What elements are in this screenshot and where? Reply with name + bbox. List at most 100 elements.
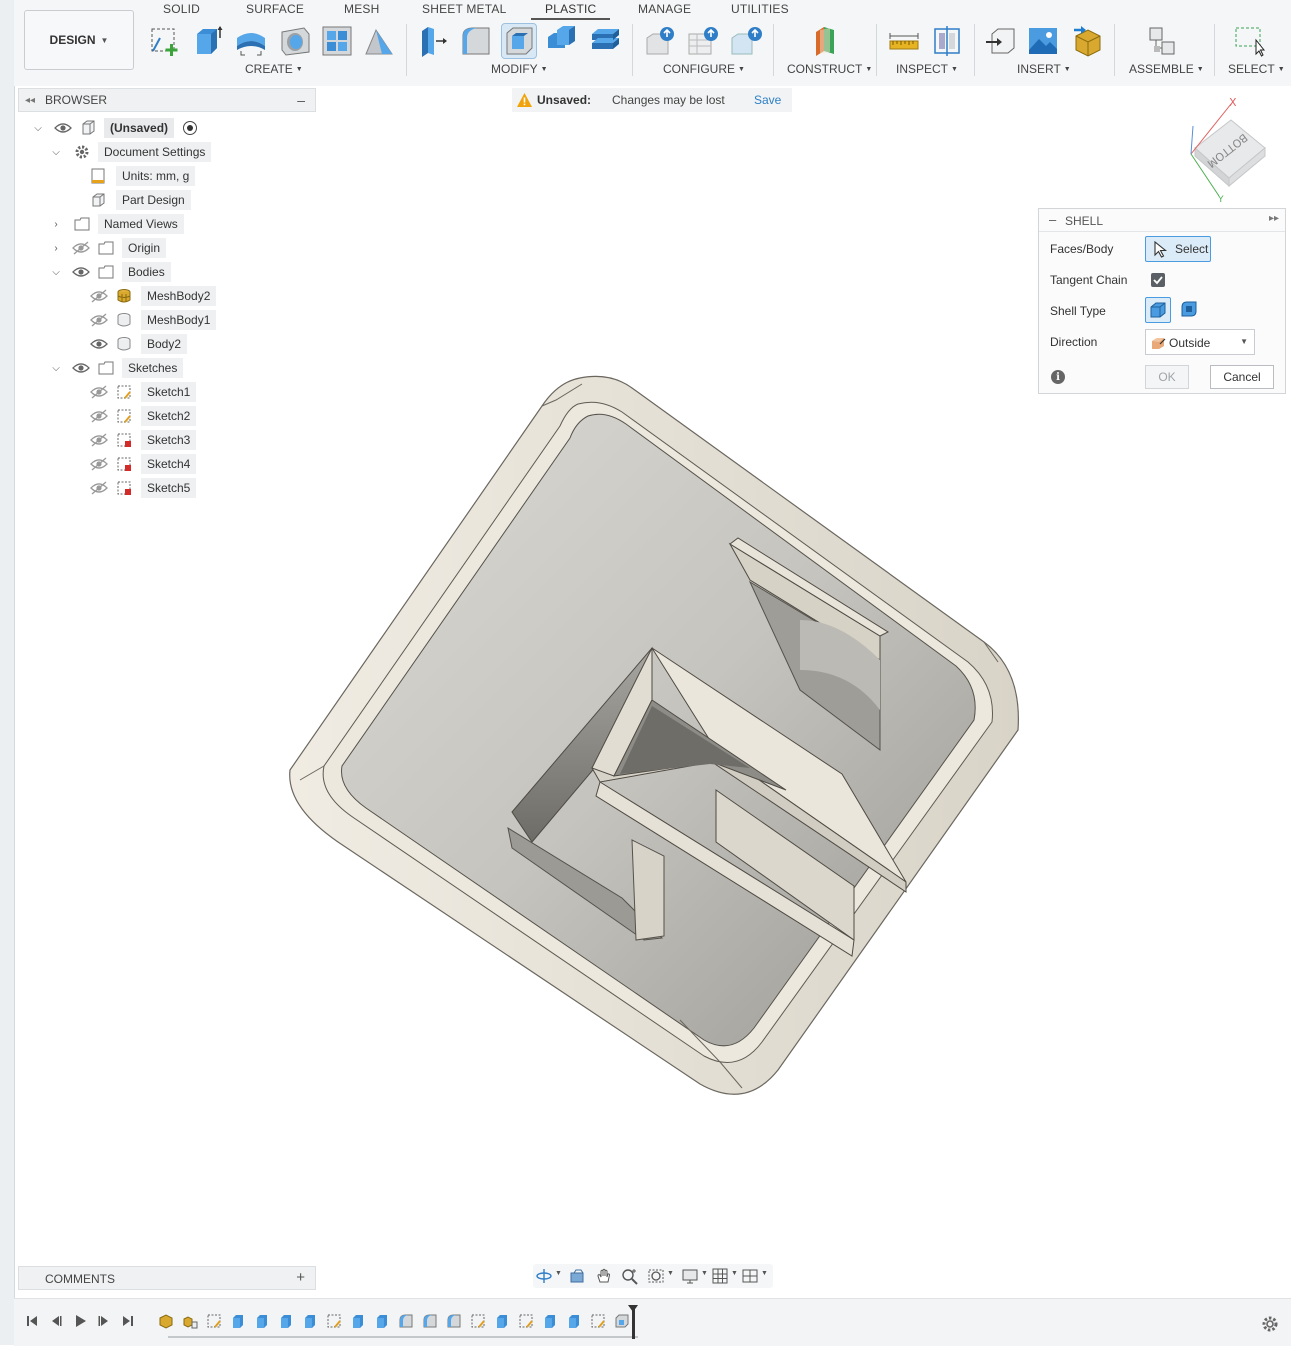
pan-hand-icon[interactable]: [595, 1267, 613, 1285]
look-at-icon[interactable]: [569, 1267, 587, 1285]
go-to-end-icon[interactable]: [120, 1313, 136, 1329]
chevron-down-icon[interactable]: ⌵: [50, 266, 62, 278]
timeline-sketch-icon[interactable]: [326, 1313, 342, 1329]
eye-icon[interactable]: [54, 121, 72, 135]
chevron-down-icon[interactable]: ⌵: [50, 146, 62, 158]
eye-icon[interactable]: [90, 337, 108, 351]
timeline-sketch-icon[interactable]: [590, 1313, 606, 1329]
offset-face-icon[interactable]: [588, 24, 622, 58]
save-link[interactable]: Save: [754, 93, 781, 107]
timeline-sketch-icon[interactable]: [206, 1313, 222, 1329]
timeline-sketch-icon[interactable]: [518, 1313, 534, 1329]
viewcube[interactable]: BOTTOM X Y: [1185, 96, 1275, 206]
chevron-down-icon[interactable]: ▼: [761, 1270, 768, 1277]
timeline-shell-icon[interactable]: [614, 1313, 630, 1329]
modify-menu[interactable]: MODIFY ▼: [491, 62, 548, 76]
assemble-menu[interactable]: ASSEMBLE ▼: [1129, 62, 1204, 76]
tangent-chain-checkbox[interactable]: [1151, 273, 1165, 287]
revolve-icon[interactable]: [234, 24, 268, 58]
configure-menu[interactable]: CONFIGURE ▼: [663, 62, 745, 76]
add-comment-icon[interactable]: +: [296, 1269, 305, 1286]
grid-icon[interactable]: [711, 1267, 729, 1285]
chevron-down-icon[interactable]: ▼: [667, 1270, 674, 1277]
insert-menu[interactable]: INSERT ▼: [1017, 62, 1071, 76]
inspect-menu[interactable]: INSPECT ▼: [896, 62, 958, 76]
cancel-button[interactable]: Cancel: [1210, 365, 1274, 389]
tab-manage[interactable]: MANAGE: [638, 2, 691, 16]
timeline-mesh-icon[interactable]: [158, 1313, 174, 1329]
gear-icon[interactable]: [1261, 1315, 1279, 1333]
measure-icon[interactable]: [887, 24, 921, 58]
eye-icon[interactable]: [72, 265, 90, 279]
timeline-extrude-icon[interactable]: [254, 1313, 270, 1329]
window-select-icon[interactable]: [1232, 24, 1266, 58]
configure-rule-icon[interactable]: [730, 24, 764, 58]
configure-table-icon[interactable]: [687, 24, 721, 58]
tab-sheet-metal[interactable]: SHEET METAL: [422, 2, 506, 16]
chevron-down-icon[interactable]: ▼: [731, 1270, 738, 1277]
construct-menu[interactable]: CONSTRUCT ▼: [787, 62, 872, 76]
timeline-sketch-icon[interactable]: [470, 1313, 486, 1329]
configure-upload-icon[interactable]: [644, 24, 678, 58]
insert-canvas-icon[interactable]: [1026, 24, 1060, 58]
rib-icon[interactable]: [362, 24, 396, 58]
chevron-right-icon[interactable]: ›: [50, 218, 62, 230]
timeline-extrude-icon[interactable]: [350, 1313, 366, 1329]
timeline-extrude-icon[interactable]: [230, 1313, 246, 1329]
eye-hidden-icon[interactable]: [90, 433, 108, 447]
double-chevron-left-icon[interactable]: ◂◂: [25, 95, 35, 106]
eye-hidden-icon[interactable]: [90, 457, 108, 471]
timeline-extrude-icon[interactable]: [494, 1313, 510, 1329]
direction-dropdown[interactable]: Outside ▼: [1145, 329, 1255, 355]
tab-plastic[interactable]: PLASTIC: [530, 2, 611, 20]
eye-hidden-icon[interactable]: [90, 289, 108, 303]
timeline-marker[interactable]: [628, 1305, 638, 1339]
combine-icon[interactable]: [545, 24, 579, 58]
step-back-icon[interactable]: [48, 1313, 64, 1329]
extrude-icon[interactable]: [190, 24, 224, 58]
chevron-right-icon[interactable]: ›: [50, 242, 62, 254]
assemble-component-icon[interactable]: [1146, 24, 1180, 58]
insert-derive-icon[interactable]: [984, 24, 1018, 58]
timeline-fillet-icon[interactable]: [398, 1313, 414, 1329]
eye-hidden-icon[interactable]: [90, 409, 108, 423]
hole-icon[interactable]: [278, 24, 312, 58]
pattern-icon[interactable]: [320, 24, 354, 58]
play-icon[interactable]: [72, 1313, 88, 1329]
fit-icon[interactable]: [647, 1267, 665, 1285]
orbit-icon[interactable]: [535, 1267, 553, 1285]
activate-radio-icon[interactable]: [183, 121, 197, 135]
timeline-mesh-convert-icon[interactable]: [182, 1313, 198, 1329]
step-forward-icon[interactable]: [96, 1313, 112, 1329]
eye-icon[interactable]: [72, 361, 90, 375]
construct-plane-icon[interactable]: [808, 24, 842, 58]
info-icon[interactable]: i: [1051, 370, 1065, 384]
timeline-fillet-icon[interactable]: [446, 1313, 462, 1329]
timeline-extrude-icon[interactable]: [542, 1313, 558, 1329]
timeline-extrude-icon[interactable]: [374, 1313, 390, 1329]
minimize-icon[interactable]: –: [1049, 212, 1056, 227]
workspace-switcher[interactable]: DESIGN ▼: [24, 10, 134, 70]
eye-hidden-icon[interactable]: [90, 481, 108, 495]
display-settings-icon[interactable]: [681, 1267, 699, 1285]
timeline-extrude-icon[interactable]: [278, 1313, 294, 1329]
faces-body-select-button[interactable]: Select: [1145, 236, 1211, 262]
zoom-icon[interactable]: [621, 1267, 639, 1285]
fillet-icon[interactable]: [459, 24, 493, 58]
go-to-start-icon[interactable]: [24, 1313, 40, 1329]
shell-type-rounded-button[interactable]: [1177, 297, 1203, 323]
select-menu[interactable]: SELECT ▼: [1228, 62, 1285, 76]
chevron-down-icon[interactable]: ▼: [701, 1270, 708, 1277]
insert-mesh-icon[interactable]: [1070, 24, 1104, 58]
minimize-icon[interactable]: –: [297, 92, 305, 108]
viewports-icon[interactable]: [741, 1267, 759, 1285]
ok-button[interactable]: OK: [1145, 365, 1189, 389]
timeline-extrude-icon[interactable]: [302, 1313, 318, 1329]
eye-hidden-icon[interactable]: [90, 313, 108, 327]
tab-utilities[interactable]: UTILITIES: [731, 2, 789, 16]
chevron-down-icon[interactable]: ▼: [555, 1270, 562, 1277]
timeline-extrude-icon[interactable]: [566, 1313, 582, 1329]
shell-icon[interactable]: [501, 23, 537, 59]
create-sketch-icon[interactable]: [148, 24, 182, 58]
eye-hidden-icon[interactable]: [72, 241, 90, 255]
